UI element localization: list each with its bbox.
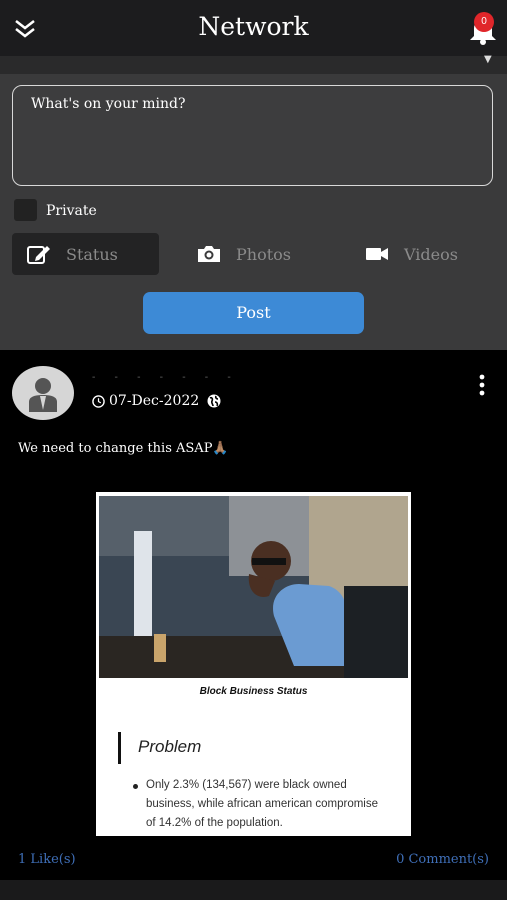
post-meta: 07-Dec-2022 — [92, 393, 221, 409]
page-title: Network — [198, 12, 309, 41]
post-text: We need to change this ASAP🙏🏽 — [18, 441, 229, 456]
post-username[interactable]: - - - - - - - — [92, 372, 242, 384]
more-options-icon[interactable] — [476, 374, 488, 396]
private-label: Private — [46, 203, 97, 219]
notification-badge[interactable]: 0 — [474, 12, 494, 32]
private-checkbox[interactable] — [14, 199, 37, 221]
globe-icon — [207, 394, 221, 408]
image-heading: Problem — [138, 737, 202, 756]
composer-tabs: Status Photos Videos — [0, 233, 507, 277]
tab-status-label: Status — [66, 244, 118, 264]
top-app-bar: Network 0 — [0, 0, 507, 56]
post-image[interactable]: Block Business Status Problem Only 2.3% … — [96, 492, 411, 836]
status-input[interactable]: What's on your mind? — [12, 85, 493, 186]
edit-icon — [27, 246, 50, 264]
tab-videos-label: Videos — [404, 244, 458, 264]
image-bullet-text: Only 2.3% (134,567) were black owned bus… — [146, 779, 379, 829]
tab-photos-label: Photos — [236, 244, 291, 264]
comments-link[interactable]: 0 Comment(s) — [396, 852, 489, 867]
image-caption: Block Business Status — [199, 686, 308, 697]
tab-status[interactable]: Status — [12, 233, 159, 275]
video-icon — [366, 248, 388, 260]
heading-bar — [118, 732, 121, 764]
tab-videos[interactable]: Videos — [350, 233, 500, 275]
bottom-divider — [0, 880, 507, 900]
feed-post: - - - - - - - 07-Dec-2022 We need to cha… — [0, 350, 507, 880]
post-date: 07-Dec-2022 — [109, 393, 200, 409]
header-divider: ▼ — [0, 54, 507, 74]
status-placeholder: What's on your mind? — [31, 96, 186, 112]
user-icon — [29, 378, 57, 412]
office-photo — [99, 496, 408, 678]
likes-link[interactable]: 1 Like(s) — [18, 852, 76, 867]
avatar[interactable] — [12, 366, 74, 420]
clock-icon — [92, 394, 105, 408]
post-composer: What's on your mind? Private Status Phot… — [0, 74, 507, 350]
camera-icon — [198, 246, 220, 262]
tab-photos[interactable]: Photos — [182, 233, 332, 275]
chevron-down-icon: ▼ — [484, 54, 492, 65]
bullet-dot — [133, 784, 138, 789]
post-button[interactable]: Post — [143, 292, 364, 334]
